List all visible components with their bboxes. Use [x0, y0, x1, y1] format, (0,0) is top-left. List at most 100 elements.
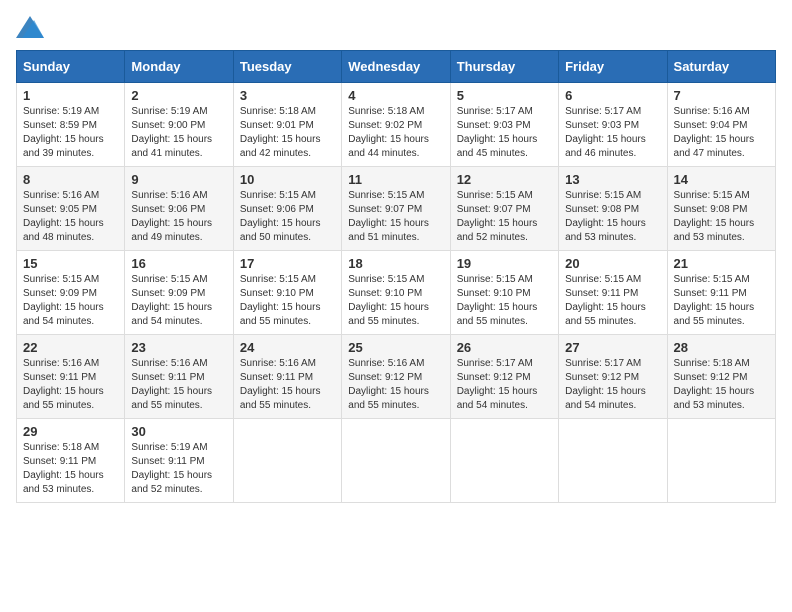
calendar-week-row: 8 Sunrise: 5:16 AM Sunset: 9:05 PM Dayli… [17, 167, 776, 251]
calendar-day-cell: 30 Sunrise: 5:19 AM Sunset: 9:11 PM Dayl… [125, 419, 233, 503]
day-info: Sunrise: 5:15 AM Sunset: 9:10 PM Dayligh… [240, 273, 335, 329]
calendar-day-cell: 21 Sunrise: 5:15 AM Sunset: 9:11 PM Dayl… [667, 251, 775, 335]
day-number: 5 [457, 88, 552, 103]
calendar-week-row: 22 Sunrise: 5:16 AM Sunset: 9:11 PM Dayl… [17, 335, 776, 419]
calendar-week-row: 15 Sunrise: 5:15 AM Sunset: 9:09 PM Dayl… [17, 251, 776, 335]
calendar-day-cell: 26 Sunrise: 5:17 AM Sunset: 9:12 PM Dayl… [450, 335, 558, 419]
day-info: Sunrise: 5:18 AM Sunset: 9:02 PM Dayligh… [348, 105, 443, 161]
day-info: Sunrise: 5:17 AM Sunset: 9:03 PM Dayligh… [565, 105, 660, 161]
day-number: 19 [457, 256, 552, 271]
calendar-day-cell: 7 Sunrise: 5:16 AM Sunset: 9:04 PM Dayli… [667, 83, 775, 167]
day-number: 26 [457, 340, 552, 355]
day-number: 13 [565, 172, 660, 187]
calendar-day-cell: 4 Sunrise: 5:18 AM Sunset: 9:02 PM Dayli… [342, 83, 450, 167]
day-info: Sunrise: 5:15 AM Sunset: 9:10 PM Dayligh… [457, 273, 552, 329]
day-number: 1 [23, 88, 118, 103]
day-info: Sunrise: 5:15 AM Sunset: 9:10 PM Dayligh… [348, 273, 443, 329]
calendar-day-cell [342, 419, 450, 503]
day-number: 14 [674, 172, 769, 187]
weekday-header-row: SundayMondayTuesdayWednesdayThursdayFrid… [17, 51, 776, 83]
calendar-day-cell: 5 Sunrise: 5:17 AM Sunset: 9:03 PM Dayli… [450, 83, 558, 167]
day-info: Sunrise: 5:16 AM Sunset: 9:04 PM Dayligh… [674, 105, 769, 161]
day-info: Sunrise: 5:17 AM Sunset: 9:12 PM Dayligh… [565, 357, 660, 413]
weekday-header-cell: Monday [125, 51, 233, 83]
weekday-header-cell: Saturday [667, 51, 775, 83]
calendar-day-cell: 2 Sunrise: 5:19 AM Sunset: 9:00 PM Dayli… [125, 83, 233, 167]
day-info: Sunrise: 5:15 AM Sunset: 9:09 PM Dayligh… [131, 273, 226, 329]
calendar-day-cell: 12 Sunrise: 5:15 AM Sunset: 9:07 PM Dayl… [450, 167, 558, 251]
day-number: 4 [348, 88, 443, 103]
calendar-day-cell: 27 Sunrise: 5:17 AM Sunset: 9:12 PM Dayl… [559, 335, 667, 419]
calendar-day-cell: 6 Sunrise: 5:17 AM Sunset: 9:03 PM Dayli… [559, 83, 667, 167]
calendar-body: 1 Sunrise: 5:19 AM Sunset: 8:59 PM Dayli… [17, 83, 776, 503]
weekday-header-cell: Sunday [17, 51, 125, 83]
day-number: 20 [565, 256, 660, 271]
day-info: Sunrise: 5:15 AM Sunset: 9:06 PM Dayligh… [240, 189, 335, 245]
day-number: 12 [457, 172, 552, 187]
calendar-day-cell: 29 Sunrise: 5:18 AM Sunset: 9:11 PM Dayl… [17, 419, 125, 503]
calendar-table: SundayMondayTuesdayWednesdayThursdayFrid… [16, 50, 776, 503]
day-info: Sunrise: 5:18 AM Sunset: 9:12 PM Dayligh… [674, 357, 769, 413]
day-info: Sunrise: 5:16 AM Sunset: 9:11 PM Dayligh… [23, 357, 118, 413]
calendar-day-cell [450, 419, 558, 503]
day-info: Sunrise: 5:15 AM Sunset: 9:11 PM Dayligh… [674, 273, 769, 329]
calendar-day-cell: 10 Sunrise: 5:15 AM Sunset: 9:06 PM Dayl… [233, 167, 341, 251]
day-info: Sunrise: 5:17 AM Sunset: 9:12 PM Dayligh… [457, 357, 552, 413]
day-info: Sunrise: 5:16 AM Sunset: 9:11 PM Dayligh… [240, 357, 335, 413]
day-number: 15 [23, 256, 118, 271]
day-number: 21 [674, 256, 769, 271]
calendar-day-cell: 19 Sunrise: 5:15 AM Sunset: 9:10 PM Dayl… [450, 251, 558, 335]
calendar-day-cell: 24 Sunrise: 5:16 AM Sunset: 9:11 PM Dayl… [233, 335, 341, 419]
day-number: 17 [240, 256, 335, 271]
calendar-day-cell: 15 Sunrise: 5:15 AM Sunset: 9:09 PM Dayl… [17, 251, 125, 335]
calendar-day-cell: 9 Sunrise: 5:16 AM Sunset: 9:06 PM Dayli… [125, 167, 233, 251]
day-number: 24 [240, 340, 335, 355]
logo-icon [16, 16, 44, 38]
logo [16, 16, 48, 38]
day-number: 3 [240, 88, 335, 103]
calendar-day-cell: 13 Sunrise: 5:15 AM Sunset: 9:08 PM Dayl… [559, 167, 667, 251]
day-info: Sunrise: 5:17 AM Sunset: 9:03 PM Dayligh… [457, 105, 552, 161]
day-number: 29 [23, 424, 118, 439]
day-info: Sunrise: 5:15 AM Sunset: 9:08 PM Dayligh… [565, 189, 660, 245]
day-info: Sunrise: 5:15 AM Sunset: 9:07 PM Dayligh… [348, 189, 443, 245]
weekday-header-cell: Tuesday [233, 51, 341, 83]
day-number: 28 [674, 340, 769, 355]
calendar-day-cell: 18 Sunrise: 5:15 AM Sunset: 9:10 PM Dayl… [342, 251, 450, 335]
calendar-day-cell: 23 Sunrise: 5:16 AM Sunset: 9:11 PM Dayl… [125, 335, 233, 419]
day-number: 6 [565, 88, 660, 103]
calendar-day-cell: 3 Sunrise: 5:18 AM Sunset: 9:01 PM Dayli… [233, 83, 341, 167]
day-number: 23 [131, 340, 226, 355]
calendar-day-cell: 8 Sunrise: 5:16 AM Sunset: 9:05 PM Dayli… [17, 167, 125, 251]
day-info: Sunrise: 5:16 AM Sunset: 9:06 PM Dayligh… [131, 189, 226, 245]
day-info: Sunrise: 5:15 AM Sunset: 9:09 PM Dayligh… [23, 273, 118, 329]
day-info: Sunrise: 5:19 AM Sunset: 8:59 PM Dayligh… [23, 105, 118, 161]
day-number: 27 [565, 340, 660, 355]
weekday-header-cell: Friday [559, 51, 667, 83]
calendar-day-cell [233, 419, 341, 503]
day-number: 11 [348, 172, 443, 187]
calendar-day-cell [667, 419, 775, 503]
calendar-day-cell: 20 Sunrise: 5:15 AM Sunset: 9:11 PM Dayl… [559, 251, 667, 335]
day-info: Sunrise: 5:16 AM Sunset: 9:05 PM Dayligh… [23, 189, 118, 245]
day-number: 16 [131, 256, 226, 271]
day-info: Sunrise: 5:15 AM Sunset: 9:07 PM Dayligh… [457, 189, 552, 245]
calendar-day-cell: 16 Sunrise: 5:15 AM Sunset: 9:09 PM Dayl… [125, 251, 233, 335]
day-number: 8 [23, 172, 118, 187]
page-header [16, 16, 776, 38]
calendar-day-cell: 25 Sunrise: 5:16 AM Sunset: 9:12 PM Dayl… [342, 335, 450, 419]
day-info: Sunrise: 5:15 AM Sunset: 9:08 PM Dayligh… [674, 189, 769, 245]
calendar-day-cell: 11 Sunrise: 5:15 AM Sunset: 9:07 PM Dayl… [342, 167, 450, 251]
day-number: 25 [348, 340, 443, 355]
day-info: Sunrise: 5:19 AM Sunset: 9:11 PM Dayligh… [131, 441, 226, 497]
calendar-day-cell: 1 Sunrise: 5:19 AM Sunset: 8:59 PM Dayli… [17, 83, 125, 167]
day-number: 18 [348, 256, 443, 271]
day-info: Sunrise: 5:18 AM Sunset: 9:01 PM Dayligh… [240, 105, 335, 161]
day-number: 22 [23, 340, 118, 355]
day-info: Sunrise: 5:19 AM Sunset: 9:00 PM Dayligh… [131, 105, 226, 161]
weekday-header-cell: Thursday [450, 51, 558, 83]
day-info: Sunrise: 5:18 AM Sunset: 9:11 PM Dayligh… [23, 441, 118, 497]
day-info: Sunrise: 5:16 AM Sunset: 9:12 PM Dayligh… [348, 357, 443, 413]
day-info: Sunrise: 5:15 AM Sunset: 9:11 PM Dayligh… [565, 273, 660, 329]
calendar-week-row: 29 Sunrise: 5:18 AM Sunset: 9:11 PM Dayl… [17, 419, 776, 503]
